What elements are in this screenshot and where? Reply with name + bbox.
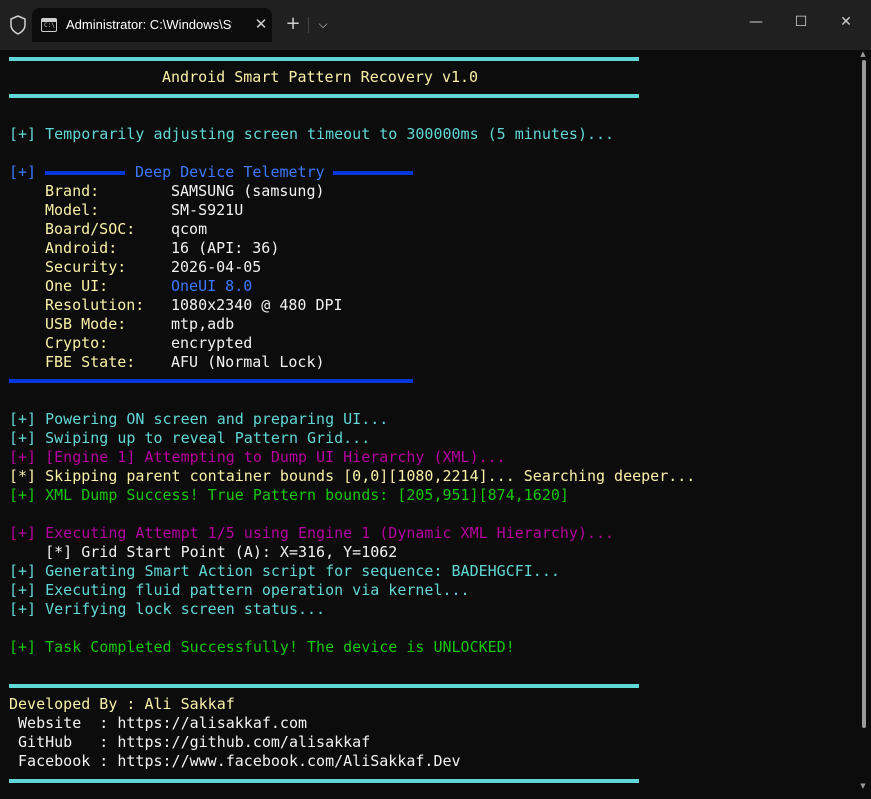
header-top-border bbox=[9, 57, 639, 61]
scroll-down-icon[interactable]: ▼ bbox=[858, 782, 868, 790]
telemetry-label: One UI: bbox=[45, 277, 109, 295]
shield-icon bbox=[10, 15, 26, 35]
cmd-icon: C:\ bbox=[41, 18, 57, 32]
developer-line: Developed By : Ali Sakkaf bbox=[9, 695, 235, 713]
telemetry-value: 1080x2340 @ 480 DPI bbox=[171, 296, 343, 314]
telemetry-title-left-rule bbox=[45, 171, 125, 175]
telemetry-title: Deep Device Telemetry bbox=[135, 163, 325, 181]
telemetry-value: mtp,adb bbox=[171, 315, 235, 333]
github-line: GitHub : https://github.com/alisakkaf bbox=[9, 733, 371, 751]
telemetry-value: qcom bbox=[171, 220, 208, 238]
footer-top-border bbox=[9, 684, 639, 688]
telemetry-label: Board/SOC: bbox=[45, 220, 136, 238]
telemetry-value: 2026-04-05 bbox=[171, 258, 262, 276]
telemetry-value: encrypted bbox=[171, 334, 253, 352]
log-line: [+] Generating Smart Action script for s… bbox=[9, 562, 560, 580]
log-line: [+] Executing fluid pattern operation vi… bbox=[9, 581, 470, 599]
telemetry-label: Security: bbox=[45, 258, 127, 276]
title-bar: C:\ Administrator: C:\Windows\System32\c… bbox=[0, 0, 871, 50]
log-line: [+] [Engine 1] Attempting to Dump UI Hie… bbox=[9, 448, 506, 466]
log-line: [*] Grid Start Point (A): X=316, Y=1062 bbox=[9, 543, 398, 561]
telemetry-label: Brand: bbox=[45, 182, 100, 200]
log-line: [+] Verifying lock screen status... bbox=[9, 600, 326, 618]
facebook-line: Facebook : https://www.facebook.com/AliS… bbox=[9, 752, 461, 770]
telemetry-value: SAMSUNG (samsung) bbox=[171, 182, 325, 200]
header-title: Android Smart Pattern Recovery v1.0 bbox=[162, 68, 479, 86]
telemetry-prefix: [+] bbox=[9, 163, 37, 181]
log-line: [*] Skipping parent container bounds [0,… bbox=[9, 467, 696, 485]
maximize-button[interactable]: ☐ bbox=[787, 8, 815, 36]
log-line: [+] Temporarily adjusting screen timeout… bbox=[9, 125, 615, 143]
tab-title: Administrator: C:\Windows\System32\cmd.e… bbox=[66, 17, 232, 32]
minimize-button[interactable]: — bbox=[742, 8, 770, 36]
success-line: [+] Task Completed Successfully! The dev… bbox=[9, 638, 515, 656]
telemetry-label: FBE State: bbox=[45, 353, 136, 371]
telemetry-value: OneUI 8.0 bbox=[171, 277, 253, 295]
log-line: [+] Executing Attempt 1/5 using Engine 1… bbox=[9, 524, 615, 542]
log-line: [+] XML Dump Success! True Pattern bound… bbox=[9, 486, 569, 504]
tab-cmd[interactable]: C:\ Administrator: C:\Windows\System32\c… bbox=[32, 8, 272, 42]
chevron-down-icon[interactable]: ⌵ bbox=[313, 14, 333, 34]
log-line: [+] Swiping up to reveal Pattern Grid... bbox=[9, 429, 371, 447]
telemetry-bottom-rule bbox=[9, 379, 413, 383]
telemetry-label: Model: bbox=[45, 201, 100, 219]
telemetry-value: 16 (API: 36) bbox=[171, 239, 280, 257]
scroll-up-icon[interactable]: ▲ bbox=[858, 50, 868, 58]
telemetry-label: Android: bbox=[45, 239, 118, 257]
terminal-window: C:\ Administrator: C:\Windows\System32\c… bbox=[0, 0, 871, 799]
divider bbox=[308, 17, 309, 33]
close-window-button[interactable]: ✕ bbox=[832, 8, 860, 36]
scrollbar-thumb[interactable] bbox=[862, 60, 866, 728]
log-line: [+] Powering ON screen and preparing UI.… bbox=[9, 410, 389, 428]
new-tab-button[interactable]: + bbox=[283, 14, 303, 34]
footer-bottom-border bbox=[9, 779, 639, 783]
telemetry-label: Crypto: bbox=[45, 334, 109, 352]
telemetry-title-right-rule bbox=[333, 171, 413, 175]
telemetry-label: Resolution: bbox=[45, 296, 145, 314]
telemetry-label: USB Mode: bbox=[45, 315, 127, 333]
close-tab-icon[interactable]: ✕ bbox=[252, 15, 270, 33]
telemetry-value: AFU (Normal Lock) bbox=[171, 353, 325, 371]
website-line: Website : https://alisakkaf.com bbox=[9, 714, 308, 732]
header-bottom-border bbox=[9, 94, 639, 98]
telemetry-value: SM-S921U bbox=[171, 201, 244, 219]
